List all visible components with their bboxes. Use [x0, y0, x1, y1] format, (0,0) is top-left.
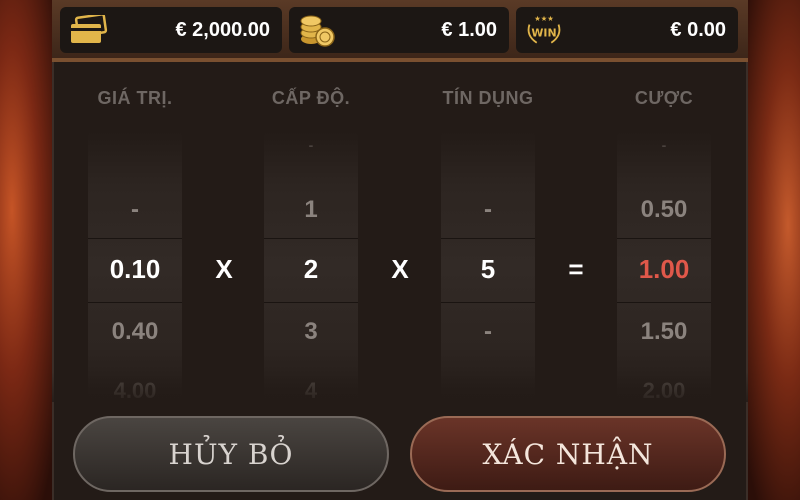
level-option[interactable]: 3 — [251, 318, 371, 346]
balance-value: € 2,000.00 — [175, 18, 270, 41]
svg-text:★★★: ★★★ — [534, 14, 554, 23]
header-level: CẤP ĐỘ. — [271, 88, 351, 108]
header-bet: CƯỢC — [634, 88, 694, 108]
header-value: GIÁ TRỊ. — [97, 88, 173, 108]
bet-option[interactable]: 1.50 — [604, 318, 724, 346]
credit-option[interactable]: - — [428, 318, 548, 346]
bet-display: € 1.00 — [289, 7, 509, 53]
background-left — [0, 0, 60, 500]
multiply-operator: X — [215, 254, 233, 284]
bet-option[interactable]: 0.50 — [604, 196, 724, 224]
value-option[interactable]: - — [75, 196, 195, 224]
value-option[interactable]: 0.40 — [75, 318, 195, 346]
win-display: ★★★ WIN € 0.00 — [516, 7, 738, 53]
equals-operator: = — [568, 254, 584, 284]
level-option[interactable]: - — [251, 137, 371, 153]
level-option[interactable]: 4 — [251, 378, 371, 404]
value-option[interactable]: 4.00 — [75, 378, 195, 404]
background-right — [740, 0, 800, 500]
multiply-operator: X — [391, 254, 409, 284]
bet-value: € 1.00 — [441, 18, 497, 41]
svg-text:WIN: WIN — [531, 26, 556, 39]
bet-selected[interactable]: 1.00 — [604, 254, 724, 285]
balance-display: € 2,000.00 — [60, 7, 282, 53]
wallet-icon — [68, 13, 108, 47]
confirm-button[interactable]: XÁC NHẬN — [410, 416, 726, 492]
header-credit: TÍN DỤNG — [442, 88, 534, 108]
level-option[interactable]: 1 — [251, 196, 371, 224]
level-selected[interactable]: 2 — [251, 254, 371, 285]
credit-option[interactable]: - — [428, 196, 548, 224]
win-trophy-icon: ★★★ WIN — [524, 13, 564, 47]
credit-selected[interactable]: 5 — [428, 254, 548, 285]
coins-icon — [297, 13, 337, 47]
win-value: € 0.00 — [670, 18, 726, 41]
cancel-button[interactable]: HỦY BỎ — [73, 416, 389, 492]
bet-option[interactable]: - — [604, 137, 724, 153]
value-selected[interactable]: 0.10 — [75, 254, 195, 285]
bet-option[interactable]: 2.00 — [604, 378, 724, 404]
